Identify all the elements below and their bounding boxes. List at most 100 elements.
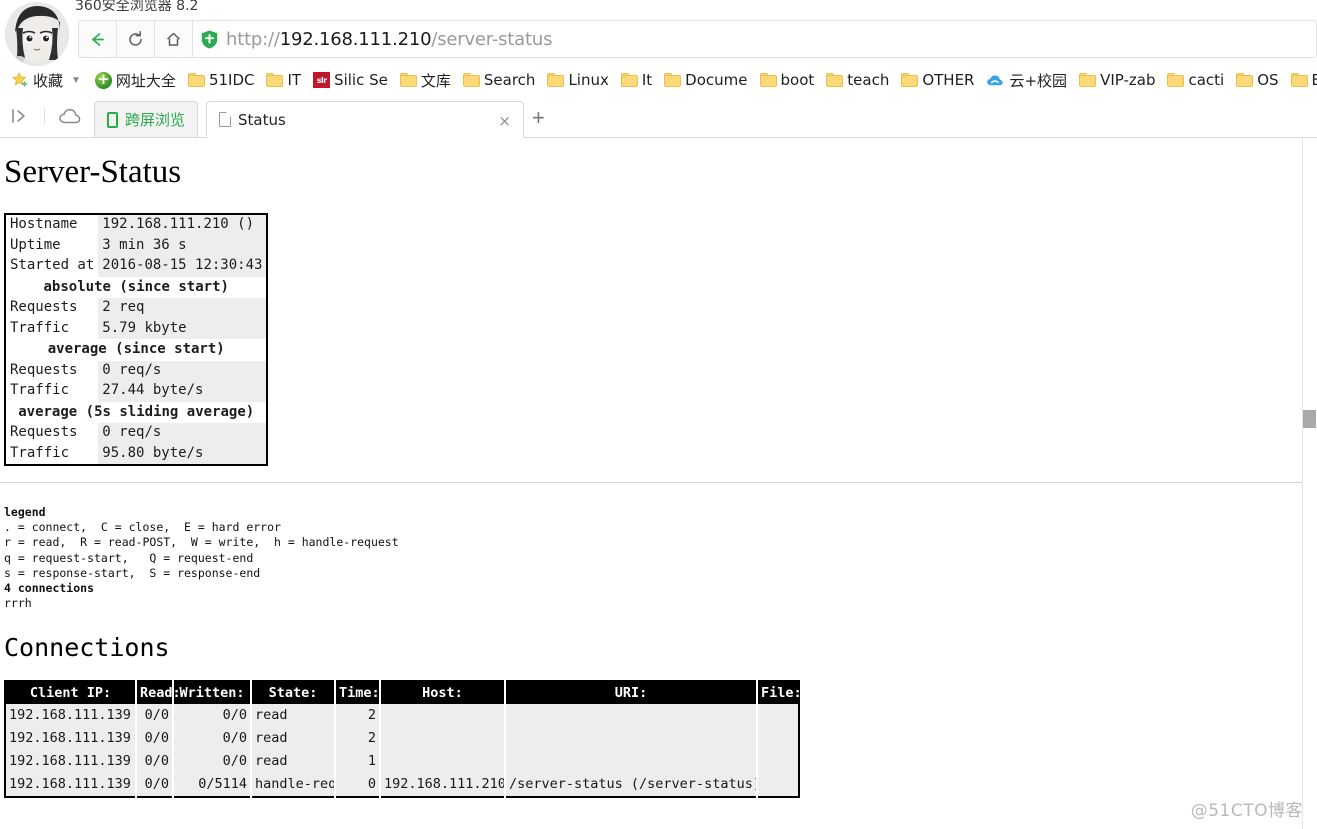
home-icon [166,32,181,46]
status-row: Started at 2016-08-15 12:30:43 [5,256,268,277]
bookmark-item[interactable]: IT [260,69,307,91]
cell-uri [505,727,758,751]
status-row: Hostname 192.168.111.210 () [5,214,268,236]
address-bar[interactable]: http://192.168.111.210/server-status [192,20,1317,58]
legend-title: legend [4,505,46,519]
bookmark-item[interactable]: 云+校园 [980,68,1073,93]
status-row-value: 0 req/s [98,360,268,381]
vertical-scrollbar[interactable] [1302,138,1317,829]
cell-read: 0/0 [136,773,174,798]
folder-icon [620,73,638,87]
tab-status[interactable]: Status × [206,101,524,138]
new-tab-button[interactable]: + [532,107,545,129]
bookmark-item[interactable]: slr Silic Se [307,69,394,91]
cell-written: 0/0 [173,750,252,774]
scrollbar-thumb[interactable] [1303,410,1316,428]
cell-state: handle-req [251,773,336,798]
url-host: 192.168.111.210 [279,28,432,50]
bookmark-item[interactable]: 网址大全 [89,68,182,93]
status-row-key: Started at [5,256,99,277]
status-row-key: Requests [5,360,99,381]
bookmark-item-label: 网址大全 [115,71,176,90]
bookmark-item[interactable]: 文库 [394,68,457,93]
bookmark-item[interactable]: Linux [541,69,614,91]
status-row: Uptime 3 min 36 s [5,235,268,256]
page-content: Server-Status Hostname 192.168.111.210 ()… [0,138,1302,829]
cell-file [757,727,799,751]
bookmark-item[interactable]: OTHER [895,69,980,91]
reload-button[interactable] [116,20,154,58]
bookmark-item[interactable]: boot [754,69,821,91]
reload-icon [129,30,142,46]
bookmark-item[interactable]: teach [820,69,895,91]
bookmark-item[interactable]: Search [457,69,542,91]
status-section-label: average (5s sliding average) [5,401,268,423]
back-button[interactable] [78,20,116,58]
folder-icon [1079,73,1097,87]
status-row-key: Traffic [5,443,99,465]
cell-host [380,704,506,728]
connection-flags: rrrh [4,596,32,611]
cell-read: 0/0 [136,750,174,774]
legend-line: r = read, R = read-POST, W = write, h = … [4,535,399,550]
browser-chrome: 360安全浏览器 8.2 http://192.168.111.210/serv… [0,0,1317,138]
home-button[interactable] [154,20,192,58]
shield-icon[interactable] [201,30,218,49]
status-row-key: Uptime [5,235,99,256]
window-title: 360安全浏览器 8.2 [75,0,199,14]
table-row: 192.168.111.139 0/0 0/0 read 2 [5,727,799,751]
bookmark-list: 网址大全 51IDC IT slrSilic Se 文库 Search Linux It Doc… [89,68,1317,93]
folder-icon [462,73,480,87]
bookmark-item[interactable]: OS [1230,69,1284,91]
page-title: Server-Status [4,154,182,190]
bookmark-item[interactable]: It [615,69,658,91]
status-row-key: Hostname [5,214,99,236]
bookmark-item[interactable]: VIP-zab [1073,69,1161,91]
avatar[interactable] [5,2,69,66]
bookmark-item[interactable]: cacti [1161,69,1230,91]
bookmark-item-label: boot [780,71,815,89]
cell-state: read [251,750,336,774]
folder-icon [664,73,682,87]
bookmark-favorites[interactable]: 收藏 [6,68,69,93]
cell-written: 0/5114 [173,773,252,798]
bookmarks-bar: 收藏 ▼ 网址大全 51IDC IT slrSilic Se 文库 Search Linux… [0,64,1317,96]
cell-host [380,727,506,751]
tab-cross-screen[interactable]: 跨屏浏览 [94,101,199,137]
avatar-portrait-icon [5,2,69,66]
status-row-value: 2 req [98,298,268,319]
status-row-key: Requests [5,298,99,319]
cell-time: 0 [335,773,381,798]
connections-table: Client IP: Read: Written: State: Time: Host: U… [4,680,802,799]
status-section-row: average (since start) [5,339,268,361]
folder-icon [826,73,844,87]
section-divider [0,482,1302,483]
status-row-key: Traffic [5,318,99,339]
bookmark-item-label: Silic Se [334,71,388,89]
bookmark-item-label: OTHER [922,71,975,89]
folder-icon [1167,73,1185,87]
tab-cross-screen-label: 跨屏浏览 [125,111,186,129]
status-row-value: 95.80 byte/s [98,443,268,465]
status-row-value: 5.79 kbyte [98,318,268,339]
navigation-bar: http://192.168.111.210/server-status [78,20,1317,58]
cell-time: 1 [335,750,381,774]
watermark: @51CTO博客 [1190,801,1303,821]
close-icon[interactable]: × [498,112,511,130]
status-section-row: average (5s sliding average) [5,401,268,423]
bookmark-item[interactable]: BLOG [1285,69,1317,91]
table-row: 192.168.111.139 0/0 0/0 read 1 [5,750,799,774]
chevron-down-icon[interactable]: ▼ [69,75,89,86]
bookmark-item[interactable]: Docume [658,69,753,91]
tab-strip-left-icons [10,107,81,125]
bookmark-item-label: BLOG [1311,71,1317,89]
cloud-icon[interactable] [59,108,81,125]
sidebar-toggle-icon[interactable] [10,107,30,125]
cell-state: read [251,727,336,751]
cell-client-ip: 192.168.111.139 [5,750,137,774]
cell-time: 2 [335,727,381,751]
folder-icon [759,73,777,87]
bookmark-item[interactable]: 51IDC [182,69,261,91]
connections-table-header-row: Client IP: Read: Written: State: Time: Host: U… [5,681,802,705]
cell-written: 0/0 [173,704,252,728]
